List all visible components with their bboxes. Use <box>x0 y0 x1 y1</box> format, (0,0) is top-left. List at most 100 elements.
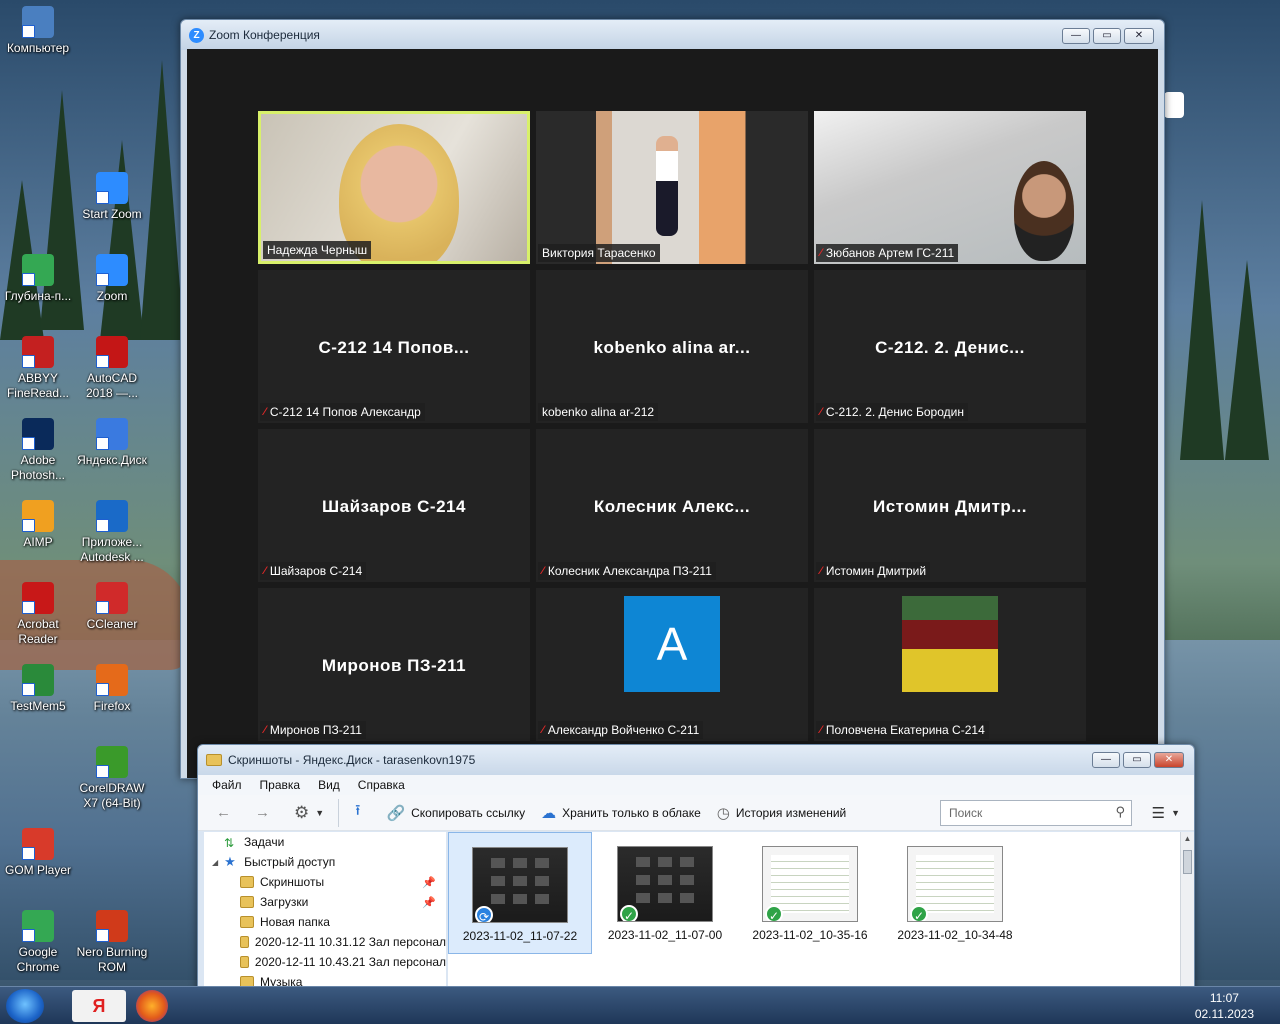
thumbnail-tile <box>513 858 527 868</box>
participant-tile[interactable]: Надежда Черныш <box>258 111 530 264</box>
desktop-shortcut[interactable]: CorelDRAW X7 (64-Bit) <box>74 746 150 811</box>
participant-tile[interactable]: С-212 14 Попов... ⁄ С-212 14 Попов Алексан… <box>258 270 530 423</box>
maximize-button[interactable]: ▭ <box>1123 752 1151 768</box>
participant-tile[interactable]: A ⁄ Александр Войченко С-211 <box>536 588 808 741</box>
nav-item[interactable]: Новая папка <box>204 912 446 932</box>
desktop-shortcut[interactable]: GOM Player <box>0 828 76 878</box>
desktop-shortcut[interactable]: AIMP <box>0 500 76 550</box>
participant-name-label: ⁄ Александр Войченко С-211 <box>538 721 704 739</box>
wallpaper-tree <box>1180 200 1224 460</box>
back-button[interactable]: ← <box>216 804 231 821</box>
cloud-only-button[interactable]: ☁ Хранить только в облаке <box>541 804 701 822</box>
nav-item[interactable]: 2020-12-11 10.43.21 Зал персонал <box>204 952 446 972</box>
participant-tile[interactable]: Колесник Алекс... ⁄ Колесник Александра ПЗ… <box>536 429 808 582</box>
thumbnail-tile <box>636 875 650 885</box>
desktop-shortcut[interactable]: Компьютер <box>0 6 76 56</box>
participant-tile[interactable]: ⁄ Зюбанов Артем ГС-211 <box>814 111 1086 264</box>
participant-name: Миронов ПЗ-211 <box>269 723 362 737</box>
participant-name: Виктория Тарасенко <box>542 246 656 260</box>
explorer-title-bar[interactable]: Скриншоты - Яндекс.Диск - tarasenkovn197… <box>198 745 1194 775</box>
desktop-file-partial[interactable] <box>1160 92 1200 122</box>
taskbar-clock[interactable]: 11:07 02.11.2023 <box>1195 990 1254 1022</box>
nav-item[interactable]: ◢ ★ Быстрый доступ <box>204 852 446 872</box>
search-input[interactable]: Поиск ⚲ <box>940 800 1132 826</box>
expand-icon[interactable]: ◢ <box>212 858 218 867</box>
desktop-shortcut-label: AIMP <box>23 535 53 549</box>
nav-item[interactable]: Скриншоты 📌 <box>204 872 446 892</box>
desktop-shortcut[interactable]: ABBYY FineRead... <box>0 336 76 401</box>
minimize-button[interactable]: — <box>1092 752 1120 768</box>
desktop-shortcut[interactable]: Приложе... Autodesk ... <box>74 500 150 565</box>
desktop-shortcut-label: Adobe Photosh... <box>10 453 66 482</box>
desktop-shortcut[interactable]: Start Zoom <box>74 172 150 222</box>
explorer-menu-bar: Файл Правка Вид Справка <box>198 775 1194 795</box>
desktop-shortcut[interactable]: Zoom <box>74 254 150 304</box>
participant-name: Шайзаров С-214 <box>269 564 363 578</box>
upload-button[interactable]: ⭱ <box>355 800 360 825</box>
maximize-button[interactable]: ▭ <box>1093 28 1121 44</box>
explorer-toolbar: ← → ⚙ ▼ ⭱ 🔗 Скопировать ссылку ☁ Хранить то… <box>198 795 1194 831</box>
minimize-button[interactable]: — <box>1062 28 1090 44</box>
zoom-title-bar[interactable]: Z Zoom Конференция <box>181 20 1164 50</box>
participant-name-label: Виктория Тарасенко <box>538 244 660 262</box>
copy-link-button[interactable]: 🔗 Скопировать ссылку <box>386 804 525 822</box>
menu-file[interactable]: Файл <box>212 778 242 792</box>
desktop-shortcut[interactable]: Nero Burning ROM <box>74 910 150 975</box>
close-button[interactable]: ✕ <box>1154 752 1184 768</box>
menu-edit[interactable]: Правка <box>260 778 301 792</box>
desktop-shortcut[interactable]: Firefox <box>74 664 150 714</box>
pin-icon: 📌 <box>422 876 436 889</box>
document-icon <box>1164 92 1184 118</box>
scroll-thumb[interactable] <box>1183 850 1192 874</box>
view-options-button[interactable]: ☰ ▼ <box>1152 804 1180 822</box>
participant-tile[interactable]: Истомин Дмитр... ⁄ Истомин Дмитрий <box>814 429 1086 582</box>
settings-button[interactable]: ⚙ ▼ <box>294 803 324 823</box>
firefox-icon <box>96 664 128 696</box>
participant-name: Александр Войченко С-211 <box>547 723 700 737</box>
file-item[interactable]: ✓ 2023-11-02_11-07-00 <box>593 832 737 954</box>
clock-icon: ◷ <box>716 804 730 822</box>
thumbnail-tile <box>535 858 549 868</box>
firefox-taskbar-button[interactable] <box>136 990 168 1022</box>
thumbnail-tile <box>636 893 650 903</box>
file-item[interactable]: ✓ 2023-11-02_10-34-48 <box>883 832 1027 954</box>
file-item[interactable]: ⟳ 2023-11-02_11-07-22 <box>448 832 592 954</box>
search-placeholder: Поиск <box>949 806 983 820</box>
menu-view[interactable]: Вид <box>318 778 340 792</box>
nav-item[interactable]: 2020-12-11 10.31.12 Зал персонал <box>204 932 446 952</box>
desktop-shortcut-label: Zoom <box>96 289 128 303</box>
desktop-shortcut[interactable]: Глубина-п... <box>0 254 76 304</box>
desktop-shortcut[interactable]: Яндекс.Диск <box>74 418 150 468</box>
acrobat-icon <box>22 582 54 614</box>
participant-tile[interactable]: Миронов ПЗ-211 ⁄ Миронов ПЗ-211 <box>258 588 530 741</box>
menu-help[interactable]: Справка <box>358 778 405 792</box>
file-item[interactable]: ✓ 2023-11-02_10-35-16 <box>738 832 882 954</box>
close-button[interactable]: ✕ <box>1124 28 1154 44</box>
forward-button[interactable]: → <box>255 804 270 821</box>
yandex-browser-taskbar-button[interactable]: Я <box>72 990 126 1022</box>
desktop-shortcut[interactable]: TestMem5 <box>0 664 76 714</box>
participant-tile[interactable]: ⁄ Половчена Екатерина С-214 <box>814 588 1086 741</box>
desktop-shortcut[interactable]: Acrobat Reader <box>0 582 76 647</box>
coreldraw-icon <box>96 746 128 778</box>
history-button[interactable]: ◷ История изменений <box>717 804 846 822</box>
file-name: 2023-11-02_10-34-48 <box>897 928 1013 942</box>
nav-item[interactable]: ⇅ Задачи <box>204 832 446 852</box>
desktop-shortcut[interactable]: CCleaner <box>74 582 150 632</box>
thumbnail-tile <box>636 857 650 867</box>
desktop-shortcut-label: CCleaner <box>86 617 138 631</box>
participant-tile[interactable]: Шайзаров С-214 ⁄ Шайзаров С-214 <box>258 429 530 582</box>
scroll-up-icon[interactable]: ▲ <box>1181 834 1194 843</box>
participant-tile[interactable]: kobenko alina ar... kobenko alina ar-212 <box>536 270 808 423</box>
nav-item[interactable]: Загрузки 📌 <box>204 892 446 912</box>
desktop-shortcut[interactable]: Google Chrome <box>0 910 76 975</box>
sync-status-icon: ⟳ <box>475 906 493 922</box>
desktop-shortcut[interactable]: AutoCAD 2018 —... <box>74 336 150 401</box>
start-button[interactable] <box>6 989 44 1023</box>
copy-link-label: Скопировать ссылку <box>411 805 526 820</box>
desktop-shortcut[interactable]: Adobe Photosh... <box>0 418 76 483</box>
participant-tile[interactable]: Виктория Тарасенко <box>536 111 808 264</box>
file-thumbnail: ✓ <box>907 846 1003 922</box>
participant-tile[interactable]: С-212. 2. Денис... ⁄ С-212. 2. Денис Бород… <box>814 270 1086 423</box>
link-icon: 🔗 <box>386 804 406 822</box>
